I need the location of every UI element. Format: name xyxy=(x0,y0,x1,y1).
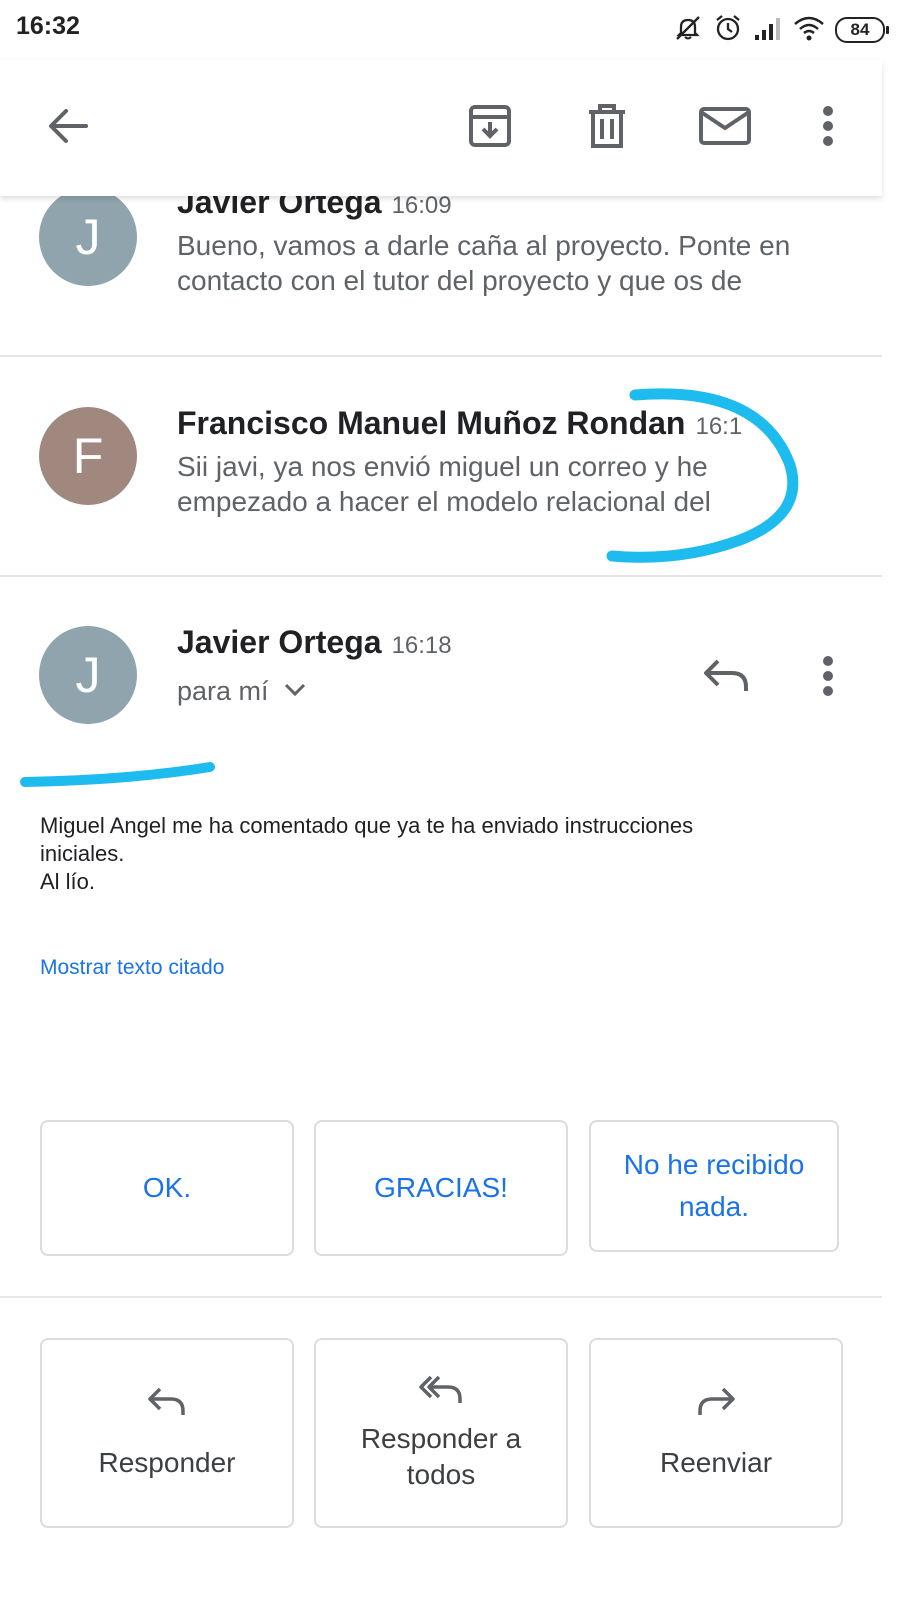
body-line: Miguel Angel me ha comentado que ya te h… xyxy=(40,813,694,838)
reply-button[interactable]: Responder xyxy=(40,1338,294,1528)
app-bar xyxy=(0,60,882,196)
avatar: F xyxy=(39,407,137,505)
body-line: iniciales. xyxy=(40,841,125,866)
back-arrow-icon[interactable] xyxy=(40,98,96,154)
sender-name: Javier Ortega 16:18 xyxy=(177,624,452,661)
battery-icon: 84 xyxy=(835,17,889,43)
message-time: 16:18 xyxy=(391,632,452,659)
collapsed-message-2[interactable]: F Francisco Manuel Muñoz Rondan 16:1 Sii … xyxy=(0,357,882,575)
reply-all-icon xyxy=(418,1374,464,1415)
message-time: 16:1 xyxy=(695,413,743,440)
divider xyxy=(0,575,882,577)
reply-all-label: Responder a todos xyxy=(360,1422,522,1490)
sender-name: Javier Ortega 16:09 xyxy=(177,196,452,221)
forward-label: Reenviar xyxy=(659,1446,773,1478)
more-vert-icon[interactable] xyxy=(806,98,850,154)
annotation-underline-stroke xyxy=(20,762,215,787)
archive-icon[interactable] xyxy=(462,98,518,154)
divider xyxy=(0,1296,882,1298)
recipient-details-toggle[interactable]: para mí xyxy=(177,676,307,707)
message-snippet: Sii javi, ya nos envió miguel un correo … xyxy=(177,451,711,517)
status-time: 16:32 xyxy=(16,12,80,40)
trash-icon[interactable] xyxy=(579,98,635,154)
avatar[interactable]: J xyxy=(39,626,137,724)
forward-button[interactable]: Reenviar xyxy=(589,1338,843,1528)
message-more-icon[interactable] xyxy=(806,652,850,700)
mute-icon xyxy=(673,13,703,48)
smart-reply-gracias[interactable]: GRACIAS! xyxy=(314,1120,568,1256)
forward-icon xyxy=(696,1386,736,1427)
sender-name: Francisco Manuel Muñoz Rondan 16:1 xyxy=(177,405,742,442)
status-icons: 84 xyxy=(673,10,889,50)
signal-icon xyxy=(753,15,783,46)
smart-reply-ok[interactable]: OK. xyxy=(40,1120,294,1256)
body-line: Al lío. xyxy=(40,869,96,894)
battery-level: 84 xyxy=(850,20,870,39)
alarm-icon xyxy=(713,13,743,48)
show-quoted-text-link[interactable]: Mostrar texto citado xyxy=(40,956,224,980)
message-time: 16:09 xyxy=(391,196,452,219)
sender-label: Javier Ortega xyxy=(177,624,382,660)
message-body: Miguel Angel me ha comentado que ya te h… xyxy=(40,812,840,896)
reply-icon[interactable] xyxy=(700,652,752,700)
avatar: J xyxy=(39,196,137,286)
collapsed-message-1[interactable]: J Javier Ortega 16:09 Bueno, vamos a darl… xyxy=(0,196,882,356)
wifi-icon xyxy=(793,15,825,46)
mail-icon[interactable] xyxy=(695,98,755,154)
reply-icon xyxy=(147,1386,187,1427)
message-snippet: Bueno, vamos a darle caña al proyecto. P… xyxy=(177,230,791,296)
reply-label: Responder xyxy=(98,1446,236,1478)
sender-label: Javier Ortega xyxy=(177,196,382,220)
smart-reply-no-recibido[interactable]: No he recibido nada. xyxy=(589,1120,839,1252)
chevron-down-icon xyxy=(283,681,307,702)
recipient-label: para mí xyxy=(177,676,269,706)
reply-all-button[interactable]: Responder a todos xyxy=(314,1338,568,1528)
sender-label: Francisco Manuel Muñoz Rondan xyxy=(177,405,686,441)
